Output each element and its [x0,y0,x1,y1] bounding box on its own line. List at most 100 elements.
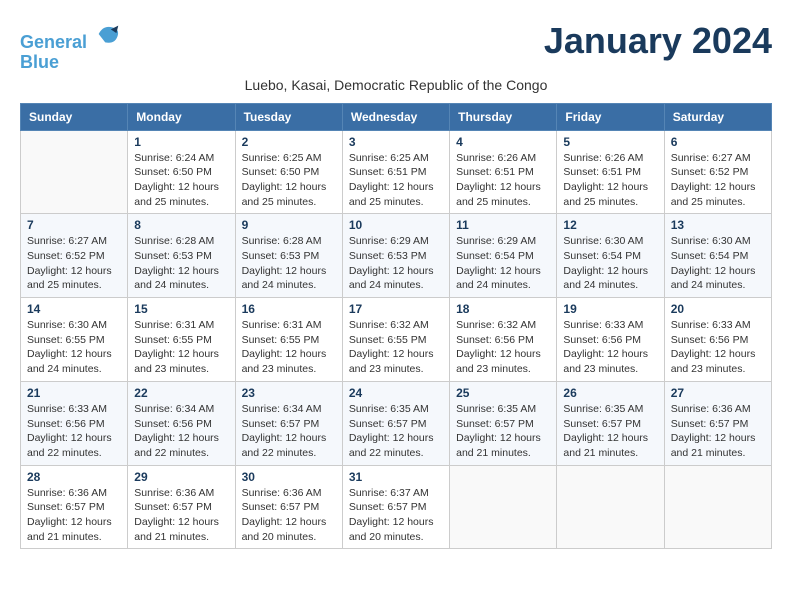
day-number: 26 [563,386,657,400]
day-number: 2 [242,135,336,149]
calendar-cell: 1 Sunrise: 6:24 AM Sunset: 6:50 PM Daylig… [128,130,235,214]
day-info: Sunrise: 6:34 AM Sunset: 6:56 PM Dayligh… [134,402,228,461]
day-number: 3 [349,135,443,149]
day-number: 14 [27,302,121,316]
day-number: 13 [671,218,765,232]
calendar-cell: 22 Sunrise: 6:34 AM Sunset: 6:56 PM Dayli… [128,381,235,465]
day-info: Sunrise: 6:26 AM Sunset: 6:51 PM Dayligh… [563,151,657,210]
day-info: Sunrise: 6:30 AM Sunset: 6:54 PM Dayligh… [671,234,765,293]
logo-text: General [20,20,122,53]
logo-icon [94,20,122,48]
calendar-week-row: 14 Sunrise: 6:30 AM Sunset: 6:55 PM Dayli… [21,298,772,382]
day-info: Sunrise: 6:30 AM Sunset: 6:55 PM Dayligh… [27,318,121,377]
day-info: Sunrise: 6:35 AM Sunset: 6:57 PM Dayligh… [349,402,443,461]
calendar-cell: 7Sunrise: 6:27 AM Sunset: 6:52 PM Daylig… [21,214,128,298]
day-number: 10 [349,218,443,232]
calendar-cell: 25Sunrise: 6:35 AM Sunset: 6:57 PM Dayli… [450,381,557,465]
page-container: General Blue January 2024 Luebo, Kasai, … [20,20,772,549]
subtitle: Luebo, Kasai, Democratic Republic of the… [20,77,772,93]
day-info: Sunrise: 6:28 AM Sunset: 6:53 PM Dayligh… [134,234,228,293]
header: General Blue January 2024 [20,20,772,73]
calendar-cell: 6 Sunrise: 6:27 AM Sunset: 6:52 PM Daylig… [664,130,771,214]
calendar-week-row: 28 Sunrise: 6:36 AM Sunset: 6:57 PM Dayli… [21,465,772,549]
day-info: Sunrise: 6:25 AM Sunset: 6:50 PM Dayligh… [242,151,336,210]
calendar-cell [21,130,128,214]
calendar-cell: 4 Sunrise: 6:26 AM Sunset: 6:51 PM Daylig… [450,130,557,214]
calendar-cell: 26Sunrise: 6:35 AM Sunset: 6:57 PM Dayli… [557,381,664,465]
calendar-cell: 14 Sunrise: 6:30 AM Sunset: 6:55 PM Dayli… [21,298,128,382]
day-info: Sunrise: 6:31 AM Sunset: 6:55 PM Dayligh… [134,318,228,377]
day-info: Sunrise: 6:37 AM Sunset: 6:57 PM Dayligh… [349,486,443,545]
calendar-cell: 23Sunrise: 6:34 AM Sunset: 6:57 PM Dayli… [235,381,342,465]
day-info: Sunrise: 6:35 AM Sunset: 6:57 PM Dayligh… [456,402,550,461]
day-info: Sunrise: 6:30 AM Sunset: 6:54 PM Dayligh… [563,234,657,293]
day-number: 15 [134,302,228,316]
calendar-cell [664,465,771,549]
day-number: 27 [671,386,765,400]
calendar-cell: 9Sunrise: 6:28 AM Sunset: 6:53 PM Daylig… [235,214,342,298]
day-info: Sunrise: 6:33 AM Sunset: 6:56 PM Dayligh… [671,318,765,377]
day-number: 30 [242,470,336,484]
day-info: Sunrise: 6:36 AM Sunset: 6:57 PM Dayligh… [27,486,121,545]
day-number: 19 [563,302,657,316]
calendar-cell: 13 Sunrise: 6:30 AM Sunset: 6:54 PM Dayli… [664,214,771,298]
day-number: 22 [134,386,228,400]
logo-general: General [20,32,87,52]
calendar-cell: 11Sunrise: 6:29 AM Sunset: 6:54 PM Dayli… [450,214,557,298]
day-info: Sunrise: 6:33 AM Sunset: 6:56 PM Dayligh… [27,402,121,461]
weekday-header: Saturday [664,103,771,130]
weekday-header: Friday [557,103,664,130]
calendar-cell: 29 Sunrise: 6:36 AM Sunset: 6:57 PM Dayli… [128,465,235,549]
day-number: 7 [27,218,121,232]
day-number: 24 [349,386,443,400]
calendar-table: SundayMondayTuesdayWednesdayThursdayFrid… [20,103,772,550]
day-info: Sunrise: 6:33 AM Sunset: 6:56 PM Dayligh… [563,318,657,377]
day-info: Sunrise: 6:26 AM Sunset: 6:51 PM Dayligh… [456,151,550,210]
day-number: 8 [134,218,228,232]
day-info: Sunrise: 6:34 AM Sunset: 6:57 PM Dayligh… [242,402,336,461]
day-info: Sunrise: 6:32 AM Sunset: 6:55 PM Dayligh… [349,318,443,377]
weekday-header: Thursday [450,103,557,130]
day-number: 18 [456,302,550,316]
calendar-cell [557,465,664,549]
calendar-cell: 24 Sunrise: 6:35 AM Sunset: 6:57 PM Dayli… [342,381,449,465]
day-number: 29 [134,470,228,484]
weekday-header: Monday [128,103,235,130]
calendar-cell: 15 Sunrise: 6:31 AM Sunset: 6:55 PM Dayli… [128,298,235,382]
day-info: Sunrise: 6:36 AM Sunset: 6:57 PM Dayligh… [242,486,336,545]
calendar-cell: 10 Sunrise: 6:29 AM Sunset: 6:53 PM Dayli… [342,214,449,298]
day-number: 5 [563,135,657,149]
day-number: 6 [671,135,765,149]
day-info: Sunrise: 6:29 AM Sunset: 6:53 PM Dayligh… [349,234,443,293]
day-number: 16 [242,302,336,316]
day-number: 28 [27,470,121,484]
logo-blue: Blue [20,53,122,73]
day-number: 21 [27,386,121,400]
day-number: 4 [456,135,550,149]
day-number: 12 [563,218,657,232]
calendar-week-row: 1 Sunrise: 6:24 AM Sunset: 6:50 PM Daylig… [21,130,772,214]
calendar-week-row: 7Sunrise: 6:27 AM Sunset: 6:52 PM Daylig… [21,214,772,298]
calendar-cell: 8 Sunrise: 6:28 AM Sunset: 6:53 PM Daylig… [128,214,235,298]
day-number: 20 [671,302,765,316]
day-number: 17 [349,302,443,316]
calendar-cell: 17 Sunrise: 6:32 AM Sunset: 6:55 PM Dayli… [342,298,449,382]
calendar-cell: 27 Sunrise: 6:36 AM Sunset: 6:57 PM Dayli… [664,381,771,465]
month-title: January 2024 [544,20,772,62]
calendar-cell: 28 Sunrise: 6:36 AM Sunset: 6:57 PM Dayli… [21,465,128,549]
calendar-header-row: SundayMondayTuesdayWednesdayThursdayFrid… [21,103,772,130]
weekday-header: Wednesday [342,103,449,130]
calendar-cell: 19 Sunrise: 6:33 AM Sunset: 6:56 PM Dayli… [557,298,664,382]
day-info: Sunrise: 6:28 AM Sunset: 6:53 PM Dayligh… [242,234,336,293]
day-info: Sunrise: 6:32 AM Sunset: 6:56 PM Dayligh… [456,318,550,377]
calendar-cell: 20 Sunrise: 6:33 AM Sunset: 6:56 PM Dayli… [664,298,771,382]
day-number: 11 [456,218,550,232]
day-info: Sunrise: 6:27 AM Sunset: 6:52 PM Dayligh… [671,151,765,210]
calendar-cell [450,465,557,549]
day-info: Sunrise: 6:36 AM Sunset: 6:57 PM Dayligh… [134,486,228,545]
calendar-cell: 12 Sunrise: 6:30 AM Sunset: 6:54 PM Dayli… [557,214,664,298]
day-info: Sunrise: 6:24 AM Sunset: 6:50 PM Dayligh… [134,151,228,210]
day-info: Sunrise: 6:25 AM Sunset: 6:51 PM Dayligh… [349,151,443,210]
day-info: Sunrise: 6:36 AM Sunset: 6:57 PM Dayligh… [671,402,765,461]
day-number: 1 [134,135,228,149]
